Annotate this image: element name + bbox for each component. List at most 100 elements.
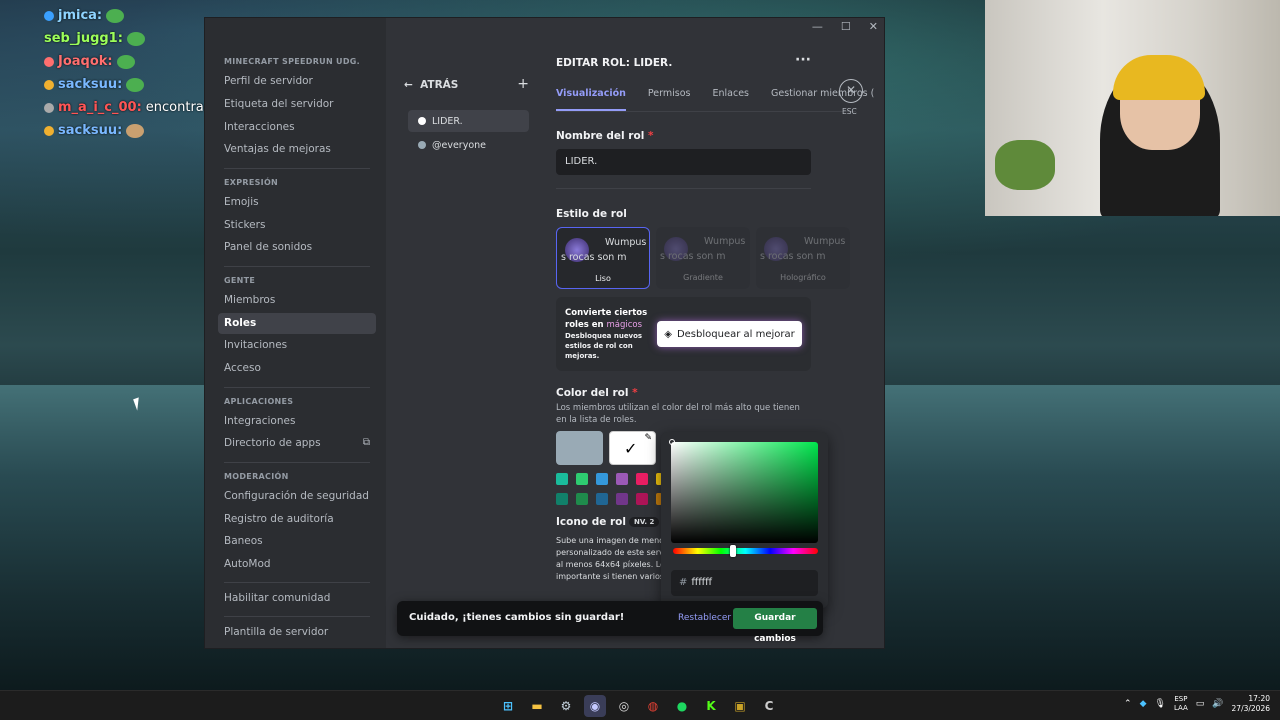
clock[interactable]: 17:20 27/3/2026 (1232, 694, 1270, 714)
required-mark: * (632, 387, 638, 399)
sidebar-item-invites[interactable]: Invitaciones (218, 335, 376, 356)
taskbar: ⊞ ▬ ⚙ ◉ ◎ ◍ ● K ▣ C ⌃ ◆ 🎙 ESP LAA ▭ 🔊 17:… (0, 690, 1280, 720)
custom-color-swatch[interactable]: ✓ ✎ (609, 431, 656, 465)
sidebar-item-app-directory[interactable]: Directorio de apps ⧉ (218, 433, 376, 454)
sidebar-item-audit-log[interactable]: Registro de auditoría (218, 509, 376, 530)
steam-icon[interactable]: ⚙ (555, 695, 577, 717)
chevron-up-icon[interactable]: ⌃ (1124, 699, 1132, 709)
sidebar-item-integrations[interactable]: Integraciones (218, 411, 376, 432)
color-swatch[interactable] (576, 493, 588, 505)
default-color-swatch[interactable] (556, 431, 603, 465)
preview-name: Wumpus (704, 236, 746, 247)
color-swatch[interactable] (556, 473, 568, 485)
minimize-icon[interactable]: — (812, 20, 823, 33)
volume-icon[interactable]: 🔊 (1212, 699, 1223, 709)
esc-label: ESC (842, 107, 857, 116)
sidebar-section-expression: EXPRESIÓN (224, 178, 279, 187)
role-style-solid[interactable]: Wumpus s rocas son m Liso (556, 227, 650, 289)
role-style-gradient[interactable]: Wumpus s rocas son m Gradiente (656, 227, 750, 289)
tab-links[interactable]: Enlaces (713, 88, 750, 111)
color-swatch[interactable] (556, 493, 568, 505)
sidebar-item-server-template[interactable]: Plantilla de servidor (218, 622, 376, 643)
role-item-everyone[interactable]: @everyone (408, 134, 529, 156)
maximize-icon[interactable]: ☐ (841, 20, 851, 33)
color-swatch[interactable] (616, 473, 628, 485)
role-icon-description: Sube una imagen de menos personalizado d… (556, 535, 671, 583)
sidebar-item-roles[interactable]: Roles (218, 313, 376, 334)
role-name-input[interactable]: LIDER. (556, 149, 811, 175)
unlock-boost-button[interactable]: ◈ Desbloquear al mejorar (657, 321, 802, 347)
ccleaner-icon[interactable]: C (758, 695, 780, 717)
sidebar-item-emojis[interactable]: Emojis (218, 192, 376, 213)
badge-icon (44, 10, 54, 21)
file-explorer-icon[interactable]: ▬ (526, 695, 548, 717)
sidebar-item-stickers[interactable]: Stickers (218, 215, 376, 236)
hex-input[interactable]: # ffffff (671, 570, 818, 596)
hue-handle[interactable] (730, 545, 736, 557)
back-button[interactable]: ← ATRÁS (404, 79, 458, 91)
color-swatch[interactable] (576, 473, 588, 485)
color-swatch[interactable] (616, 493, 628, 505)
saturation-value-area[interactable] (671, 442, 818, 543)
label-text: Color del rol (556, 387, 629, 399)
color-swatch[interactable] (596, 473, 608, 485)
spotify-icon[interactable]: ● (671, 695, 693, 717)
close-window-icon[interactable]: ✕ (869, 20, 878, 33)
tab-permissions[interactable]: Permisos (648, 88, 691, 111)
sidebar-item-bans[interactable]: Baneos (218, 531, 376, 552)
unsaved-message: Cuidado, ¡tienes cambios sin guardar! (409, 612, 625, 623)
chat-line: Joaqok: (44, 50, 214, 73)
lang-code: ESP (1174, 695, 1188, 703)
hex-value: ffffff (691, 577, 713, 588)
sidebar-item-automod[interactable]: AutoMod (218, 554, 376, 575)
stream-chat-overlay: jmica: seb_jugg1: Joaqok: sacksuu: m_a_i… (44, 4, 214, 142)
description-line: personalizado de este serv (556, 548, 664, 557)
unsaved-changes-bar: Cuidado, ¡tienes cambios sin guardar! Re… (397, 601, 823, 644)
obs-icon[interactable]: ◎ (613, 695, 635, 717)
saturation-handle[interactable] (669, 439, 675, 445)
windows-icon[interactable]: ⊞ (497, 695, 519, 717)
description-line: al menos 64x64 píxeles. Lo (556, 560, 666, 569)
sidebar-item-members[interactable]: Miembros (218, 290, 376, 311)
language-indicator[interactable]: ESP LAA (1174, 695, 1188, 713)
sidebar-item-interactions[interactable]: Interacciones (218, 117, 376, 138)
kick-icon[interactable]: K (700, 695, 722, 717)
role-name-label: Nombre del rol * (556, 130, 653, 142)
button-label: Desbloquear al mejorar (676, 328, 795, 340)
role-item-lider[interactable]: LIDER. (408, 110, 529, 132)
app-icon[interactable]: ▣ (729, 695, 751, 717)
add-role-button[interactable]: + (517, 76, 529, 92)
plush-toy (995, 140, 1055, 190)
network-icon[interactable]: ▭ (1196, 699, 1205, 709)
close-icon[interactable]: ✕ (839, 79, 863, 103)
sidebar-item-soundboard[interactable]: Panel de sonidos (218, 237, 376, 258)
more-options-icon[interactable]: ··· (795, 52, 811, 68)
discord-icon[interactable]: ◉ (584, 695, 606, 717)
sidebar-item-safety-setup[interactable]: Configuración de seguridad (218, 486, 376, 507)
sidebar-item-server-profile[interactable]: Perfil de servidor (218, 71, 376, 92)
sidebar-item-access[interactable]: Acceso (218, 358, 376, 379)
color-swatch[interactable] (636, 493, 648, 505)
chat-user: sacksuu: (58, 123, 123, 138)
hue-slider[interactable] (673, 548, 818, 554)
tab-display[interactable]: Visualización (556, 88, 626, 111)
sidebar-item-server-tag[interactable]: Etiqueta del servidor (218, 94, 376, 115)
taskbar-apps: ⊞ ▬ ⚙ ◉ ◎ ◍ ● K ▣ C (497, 695, 780, 717)
chrome-icon[interactable]: ◍ (642, 695, 664, 717)
sidebar-item-enable-community[interactable]: Habilitar comunidad (218, 588, 376, 609)
sidebar-item-label: Directorio de apps (224, 437, 321, 449)
security-icon[interactable]: ◆ (1140, 699, 1147, 709)
reset-button[interactable]: Restablecer (678, 613, 731, 623)
role-style-holographic[interactable]: Wumpus s rocas son m Holográfico (756, 227, 850, 289)
sidebar-item-boost-perks[interactable]: Ventajas de mejoras (218, 139, 376, 160)
color-swatch[interactable] (596, 493, 608, 505)
sidebar-section-apps: APLICACIONES (224, 397, 294, 406)
role-style-label: Estilo de rol (556, 208, 627, 220)
save-changes-button[interactable]: Guardar cambios (733, 608, 817, 644)
microphone-icon[interactable]: 🎙 (1155, 699, 1166, 709)
style-caption: Holográfico (780, 273, 826, 282)
color-swatch[interactable] (636, 473, 648, 485)
required-mark: * (647, 130, 654, 142)
external-link-icon: ⧉ (362, 437, 370, 448)
checkmark-icon: ✓ (624, 439, 638, 458)
